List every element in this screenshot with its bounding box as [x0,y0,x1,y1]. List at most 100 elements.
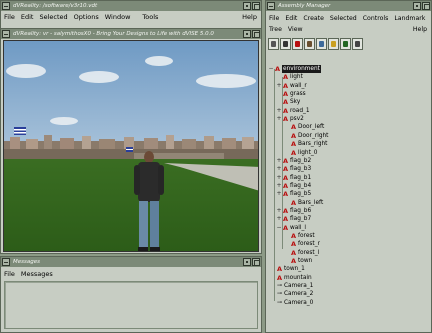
scene-render[interactable] [4,41,259,252]
tree-item[interactable]: Aforest [284,232,315,240]
am-menu-landmark[interactable]: Landmark [394,15,425,22]
window-menu-icon[interactable] [2,30,10,38]
minimize-icon[interactable] [243,30,251,38]
assembly-tree[interactable]: − A environment Alight + Awall_r Agrass A Sky… [268,63,429,330]
assembly-node-icon: A [283,173,289,182]
messages-menu-messages[interactable]: Messages [21,270,53,278]
tree-item[interactable]: + Apsv2 [276,115,303,123]
tree-item[interactable]: + Aflag_b2 [276,157,311,165]
am-menu-view[interactable]: View [288,26,303,33]
tree-item[interactable]: Agrass [276,90,306,98]
tree-item[interactable]: + Aflag_b6 [276,207,311,215]
assembly-node-icon: A [291,198,297,207]
expand-icon[interactable]: + [276,174,282,181]
assembly-node-icon: A [291,131,297,140]
tree-item[interactable]: ⊸ Camera_2 [270,290,313,298]
tree-item[interactable]: Amountain [270,274,312,282]
maximize-icon[interactable] [252,2,260,10]
assembly-node-icon: A [283,156,289,165]
tree-item[interactable]: + Aflag_b4 [276,182,311,190]
tree-item[interactable]: A Bars_right [284,140,327,148]
expand-icon[interactable]: + [276,182,282,189]
tree-item[interactable]: A Door_right [284,132,328,140]
minimize-icon[interactable] [413,2,421,10]
expand-icon[interactable]: + [276,207,282,214]
menu-edit[interactable]: Edit [21,13,34,21]
am-menu-file[interactable]: File [269,15,279,22]
minimize-icon[interactable] [243,2,251,10]
assembly-manager-window: Assembly Manager File Edit Create Select… [265,0,432,333]
tree-item[interactable]: + Aflag_b5 [276,190,311,198]
tree-item[interactable]: ⊸ Camera_1 [270,282,313,290]
assembly-icon[interactable] [280,38,291,50]
tree-item-label: mountain [284,274,312,281]
edit-icon[interactable] [304,38,315,50]
tree-item-label: forest [298,233,315,239]
message-log-area[interactable] [4,281,258,329]
assembly-node-icon: A [291,248,297,257]
assembly-node-icon: A [283,98,289,107]
viewer-titlebar[interactable]: dVReality: vr - salymithosX0 - Bring You… [1,29,261,39]
tree-item[interactable]: + Aflag_b1 [276,174,311,182]
am-menu-create[interactable]: Create [303,15,324,22]
3d-viewport[interactable] [3,40,259,252]
am-menu-help[interactable]: Help [413,26,427,33]
am-menu-selected[interactable]: Selected [330,15,357,22]
undo-icon[interactable] [268,38,279,50]
window-menu-icon[interactable] [267,2,275,10]
play-icon[interactable] [352,38,363,50]
collapse-icon[interactable]: − [268,65,274,72]
tree-item[interactable]: Alight [276,73,303,81]
move-icon[interactable] [292,38,303,50]
tree-item[interactable]: + Aflag_b7 [276,215,311,223]
am-menu-edit[interactable]: Edit [285,15,297,22]
assembly-titlebar[interactable]: Assembly Manager [266,1,431,11]
tree-item[interactable]: + Aflag_b3 [276,165,311,173]
am-menu-tree[interactable]: Tree [269,26,282,33]
tree-item[interactable]: − Awall_l [276,224,306,232]
visibility-icon[interactable] [340,38,351,50]
window-menu-icon[interactable] [2,258,10,266]
tree-item[interactable]: Aforest_r [284,240,320,248]
menu-file[interactable]: File [4,13,15,21]
tree-item[interactable]: + Aroad_1 [276,107,309,115]
messages-menu-file[interactable]: File [4,270,15,278]
maximize-icon[interactable] [252,30,260,38]
tree-item[interactable]: Alight_0 [284,149,317,157]
expand-icon[interactable]: + [276,190,282,197]
menu-selected[interactable]: Selected [39,13,67,21]
tree-item[interactable]: A Door_left [284,123,324,131]
tree-item[interactable]: Atown [284,257,312,265]
tree-item[interactable]: ⊸ Camera_0 [270,299,313,307]
tree-item[interactable]: Aforest_l [284,249,319,257]
menu-window[interactable]: Window [105,13,131,21]
minimize-icon[interactable] [243,258,251,266]
expand-icon[interactable]: + [276,107,282,114]
expand-icon[interactable]: + [276,165,282,172]
collapse-icon[interactable]: − [276,224,282,231]
tree-item[interactable]: A Sky [276,98,300,106]
menu-tools[interactable]: Tools [142,13,158,21]
menu-help[interactable]: Help [242,13,257,21]
menu-options[interactable]: Options [74,13,99,21]
messages-titlebar[interactable]: Messages [1,257,261,267]
expand-icon[interactable]: + [276,157,282,164]
expand-icon[interactable]: + [276,82,282,89]
tree-item[interactable]: A Bars_left [284,199,323,207]
link-icon[interactable] [316,38,327,50]
tree-item-root[interactable]: − A environment [268,65,321,73]
main-window: dVReality: /software/v3r10.vdt File Edit… [0,0,262,30]
am-menu-controls[interactable]: Controls [363,15,389,22]
expand-icon[interactable]: + [276,115,282,122]
expand-icon[interactable]: + [276,215,282,222]
window-menu-icon[interactable] [2,2,10,10]
main-titlebar[interactable]: dVReality: /software/v3r10.vdt [1,1,261,11]
lock-icon[interactable] [328,38,339,50]
maximize-icon[interactable] [252,258,260,266]
maximize-icon[interactable] [422,2,430,10]
tree-item[interactable]: + Awall_r [276,82,306,90]
tree-item[interactable]: Atown_1 [270,265,305,273]
